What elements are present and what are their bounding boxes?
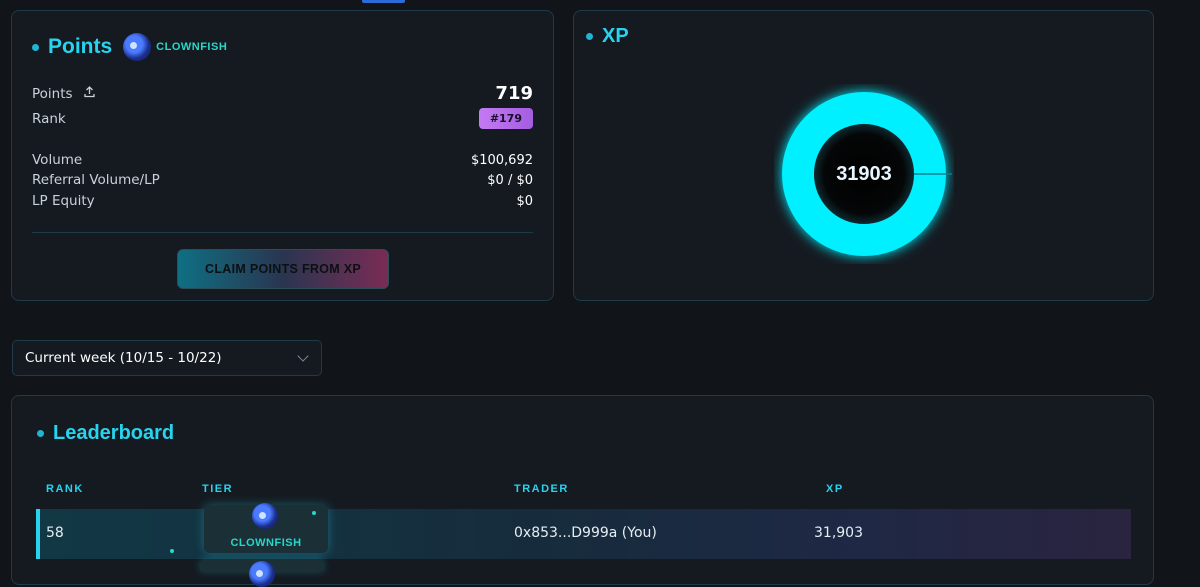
sparkle-dot [312, 511, 316, 515]
points-title: Points [48, 35, 113, 58]
claim-points-button[interactable]: CLAIM POINTS FROM XP [177, 249, 389, 289]
xp-donut: 31903 [774, 84, 954, 264]
volume-label: Volume [32, 152, 83, 168]
row-trader[interactable]: 0x853...D999a (You) [514, 525, 657, 541]
volume-row: Volume $100,692 [32, 152, 533, 168]
referral-label: Referral Volume/LP [32, 172, 160, 188]
rank-badge: #179 [478, 108, 533, 129]
xp-title: XP [602, 25, 629, 47]
next-row-tier-chip [200, 559, 324, 587]
lp-equity-label: LP Equity [32, 193, 95, 209]
sparkle-dot [170, 549, 174, 553]
share-icon[interactable] [83, 85, 96, 101]
xp-card-header: XP [586, 25, 629, 48]
lp-equity-value: $0 [516, 193, 533, 209]
tier-badge: CLOWNFISH [123, 33, 227, 61]
points-label: Points [32, 86, 73, 102]
bullet-dot-icon [32, 43, 39, 51]
column-header-tier[interactable]: TIER [202, 483, 233, 495]
referral-row: Referral Volume/LP $0 / $0 [32, 172, 533, 188]
chevron-down-icon [297, 350, 309, 362]
points-card: Points CLOWNFISH Points 719 Rank #179 Vo… [11, 10, 554, 301]
row-xp: 31,903 [814, 525, 863, 541]
clownfish-icon [252, 503, 278, 529]
referral-value: $0 / $0 [487, 172, 533, 188]
column-header-xp[interactable]: XP [826, 483, 844, 495]
leaderboard-card: Leaderboard RANK TIER TRADER XP 58 CLOWN… [11, 395, 1154, 587]
leaderboard-header: Leaderboard [37, 422, 174, 445]
clownfish-icon [249, 561, 275, 587]
rank-row: Rank #179 [32, 108, 533, 129]
points-label-wrap: Points [32, 85, 96, 102]
tier-name: CLOWNFISH [156, 41, 228, 53]
column-header-rank[interactable]: RANK [46, 483, 84, 495]
clownfish-icon [123, 33, 152, 61]
divider [32, 232, 533, 233]
points-card-header: Points CLOWNFISH [32, 33, 227, 61]
active-tab-indicator [362, 0, 405, 3]
bullet-dot-icon [586, 33, 593, 40]
lp-equity-row: LP Equity $0 [32, 193, 533, 209]
table-row[interactable]: 58 CLOWNFISH 0x853...D999a (You) 31,903 [36, 503, 1131, 559]
xp-card: XP 31903 [573, 10, 1154, 301]
row-tier-chip: CLOWNFISH [204, 503, 328, 553]
week-select[interactable]: Current week (10/15 - 10/22) [12, 340, 322, 376]
bullet-dot-icon [37, 430, 44, 437]
points-value: 719 [495, 83, 533, 104]
rank-label: Rank [32, 110, 66, 127]
xp-value: 31903 [836, 162, 892, 185]
points-row: Points 719 [32, 83, 533, 104]
leaderboard-title: Leaderboard [53, 422, 175, 444]
row-tier-name: CLOWNFISH [230, 537, 302, 549]
week-select-value: Current week (10/15 - 10/22) [25, 350, 222, 366]
column-header-trader[interactable]: TRADER [514, 483, 569, 495]
row-rank: 58 [46, 525, 64, 541]
volume-value: $100,692 [470, 152, 533, 168]
